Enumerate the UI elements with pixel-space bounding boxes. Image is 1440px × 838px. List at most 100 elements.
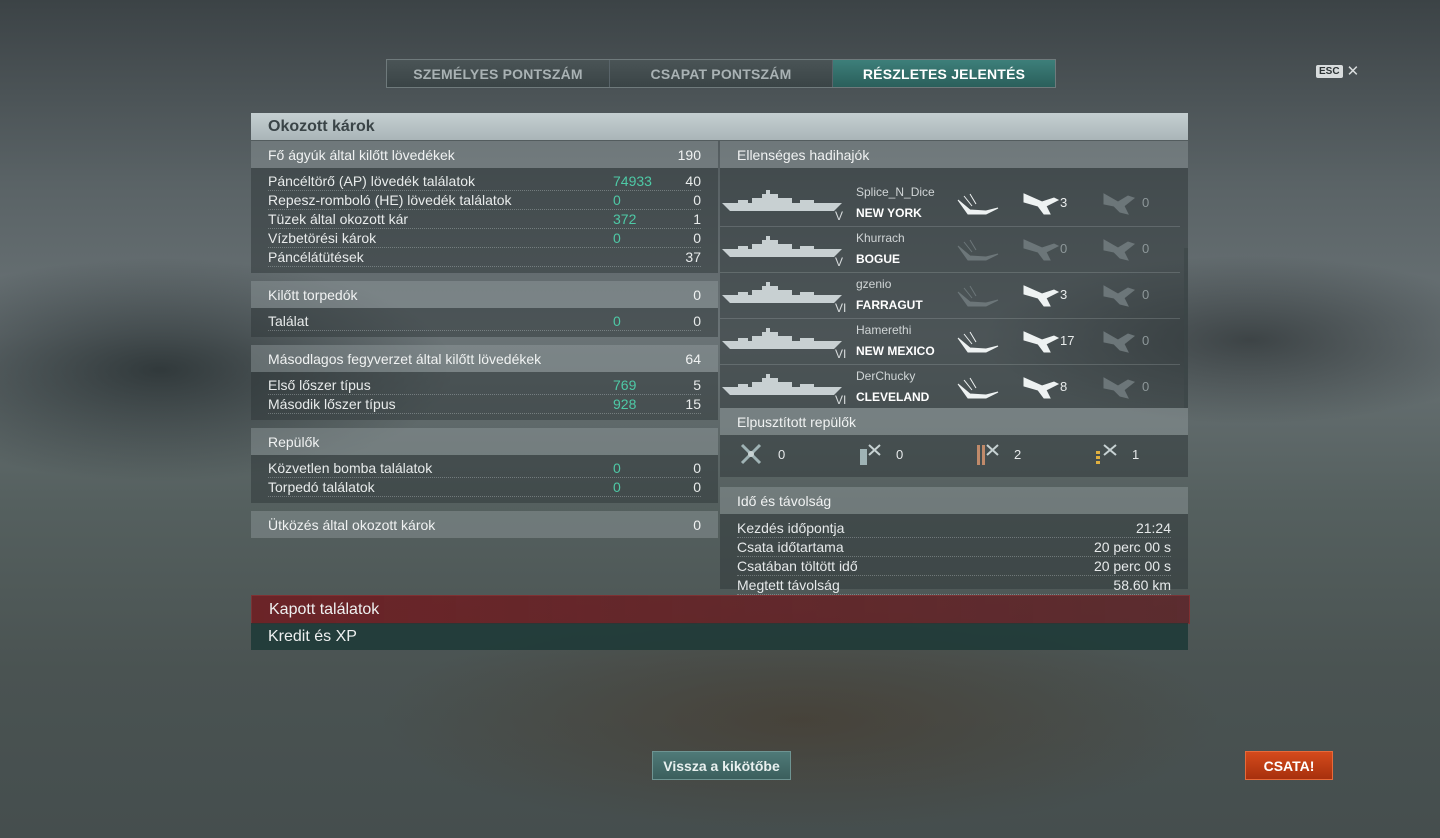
enemy-ship-row[interactable]: VI DerChucky CLEVELAND 8 0 [720, 365, 1180, 408]
stat-damage: 0 [613, 460, 621, 476]
stat-damage: 928 [613, 396, 637, 412]
tab-personal-score[interactable]: SZEMÉLYES PONTSZÁM [387, 60, 610, 87]
enemy-ship-row[interactable]: VI Hamerethi NEW MEXICO 17 0 [720, 319, 1180, 365]
ship-tier: V [835, 255, 844, 269]
stat-label: Torpedó találatok [268, 479, 375, 495]
plane-count: 0 [896, 446, 904, 462]
ship-hit-plane-icon [1023, 285, 1060, 307]
battle-button[interactable]: CSATA! [1245, 751, 1333, 780]
secondary-header: Másodlagos fegyverzet által kilőtt löved… [251, 345, 718, 372]
time-distance-header: Idő és távolság [720, 487, 1188, 514]
stat-damage: 74933 [613, 173, 652, 189]
ship-name: CLEVELAND [856, 390, 930, 404]
panel-title-text: Okozott károk [268, 117, 375, 135]
ship-name: NEW MEXICO [856, 344, 935, 358]
ship-hit-count: 3 [1060, 195, 1068, 210]
torpedoes-value: 0 [693, 286, 701, 303]
plane-count: 0 [778, 446, 786, 462]
enemy-ships-header: Ellenséges hadihajók [720, 141, 1188, 168]
plane-stat: 1 [1092, 441, 1139, 467]
planes-title: Repülők [268, 433, 320, 450]
ship-hit-plane-icon [1023, 239, 1060, 261]
credits-xp-label: Kredit és XP [268, 627, 357, 645]
right-column: Ellenséges hadihajók V Splice_N_Dice NEW Y… [720, 141, 1188, 595]
plane-stat: 2 [974, 441, 1021, 467]
tab-team-score[interactable]: CSAPAT PONTSZÁM [610, 60, 833, 87]
stat-row-flooding: Vízbetörési károk 0 0 [268, 229, 701, 248]
stat-label: Közvetlen bomba találatok [268, 460, 433, 476]
ship-tier: VI [835, 301, 847, 315]
torpedoes-title: Kilőtt torpedók [268, 286, 358, 303]
ship-tier: VI [835, 347, 847, 361]
stat-row-fires: Tüzek által okozott kár 372 1 [268, 210, 701, 229]
received-hits-label: Kapott találatok [269, 600, 380, 618]
ship-name: NEW YORK [856, 206, 922, 220]
ship-hit-count: 17 [1060, 333, 1075, 348]
tab-detailed-report[interactable]: RÉSZLETES JELENTÉS [833, 60, 1055, 87]
back-to-port-button[interactable]: Vissza a kikötőbe [652, 751, 791, 780]
stat-damage: 0 [613, 230, 621, 246]
received-hits-section[interactable]: Kapott találatok [251, 595, 1190, 624]
stat-damage: 769 [613, 377, 637, 393]
plane-count: 1 [1132, 446, 1140, 462]
stat-count: 40 [685, 173, 701, 189]
stat-row-he: Repesz-romboló (HE) lövedék találatok 0 … [268, 191, 701, 210]
player-name: Splice_N_Dice [856, 185, 935, 199]
main-guns-title: Fő ágyúk által kilőtt lövedékek [268, 146, 455, 163]
ship-hit-count: 8 [1060, 379, 1068, 394]
time-distance-title: Idő és távolság [737, 492, 832, 509]
stat-row-penetrations: Páncélátütések 37 [268, 248, 701, 267]
stat-label: Páncélátütések [268, 249, 364, 265]
secondary-title: Másodlagos fegyverzet által kilőtt löved… [268, 350, 542, 367]
destroyed-planes-title: Elpusztított repülők [737, 413, 857, 430]
secondary-value: 64 [685, 350, 701, 367]
time-label: Kezdés időpontja [737, 520, 845, 536]
time-value: 58.60 km [1113, 577, 1171, 593]
ship-hit-plane-icon [1023, 193, 1060, 215]
ship-hit-splash-icon [957, 331, 999, 353]
enemy-ship-row[interactable]: V Splice_N_Dice NEW YORK 3 0 [720, 181, 1180, 227]
ship-hit-plane-icon [1023, 377, 1060, 399]
ship-tier: V [835, 209, 844, 223]
enemy-ship-row[interactable]: V Khurrach BOGUE 0 0 [720, 227, 1180, 273]
ship-hit-splash-icon [957, 239, 999, 261]
stat-count: 15 [685, 396, 701, 412]
plane-stat: 0 [738, 441, 785, 467]
stat-count: 0 [693, 230, 701, 246]
fighter-plane-icon [740, 443, 762, 465]
ship-hit-splash-icon [957, 377, 999, 399]
bomber-plane-icon [860, 444, 881, 465]
time-label: Csata időtartama [737, 539, 844, 555]
stat-damage: 0 [613, 479, 621, 495]
ship-fire-icon [1103, 331, 1136, 353]
ship-silhouette-icon [722, 282, 842, 303]
ship-fire-count: 0 [1142, 287, 1150, 302]
ship-fire-icon [1103, 193, 1136, 215]
ship-fire-icon [1103, 285, 1136, 307]
enemy-ships-list[interactable]: V Splice_N_Dice NEW YORK 3 0 V Khurrach BOGUE 0 0… [720, 168, 1188, 408]
stat-count: 0 [693, 313, 701, 329]
stat-row-first-ammo: Első lőszer típus 769 5 [268, 376, 701, 395]
stat-row-air-torpedo-hits: Torpedó találatok 0 0 [268, 478, 701, 497]
esc-close-button[interactable]: ESC ✕ [1316, 64, 1359, 79]
ship-fire-count: 0 [1142, 333, 1150, 348]
time-value: 21:24 [1135, 520, 1171, 536]
credits-xp-section[interactable]: Kredit és XP [251, 623, 1188, 650]
ships-scrollbar[interactable] [1184, 248, 1188, 408]
ship-hit-count: 3 [1060, 287, 1068, 302]
destroyed-planes-body: 0 0 2 1 [720, 435, 1188, 477]
stat-label: Vízbetörési károk [268, 230, 377, 246]
player-name: DerChucky [856, 369, 916, 383]
time-row-start: Kezdés időpontja 21:24 [737, 519, 1171, 538]
enemy-ship-row[interactable]: VI gzenio FARRAGUT 3 0 [720, 273, 1180, 319]
ship-silhouette-icon [722, 328, 842, 349]
plane-stat: 0 [856, 441, 903, 467]
scout-plane-icon [1096, 444, 1117, 464]
ship-hit-splash-icon [957, 193, 999, 215]
ramming-title: Ütközés által okozott károk [268, 516, 436, 533]
ship-silhouette-icon [722, 190, 842, 211]
ship-fire-count: 0 [1142, 195, 1150, 210]
player-name: gzenio [856, 277, 892, 291]
stat-count: 37 [685, 249, 701, 265]
stat-count: 0 [693, 479, 701, 495]
